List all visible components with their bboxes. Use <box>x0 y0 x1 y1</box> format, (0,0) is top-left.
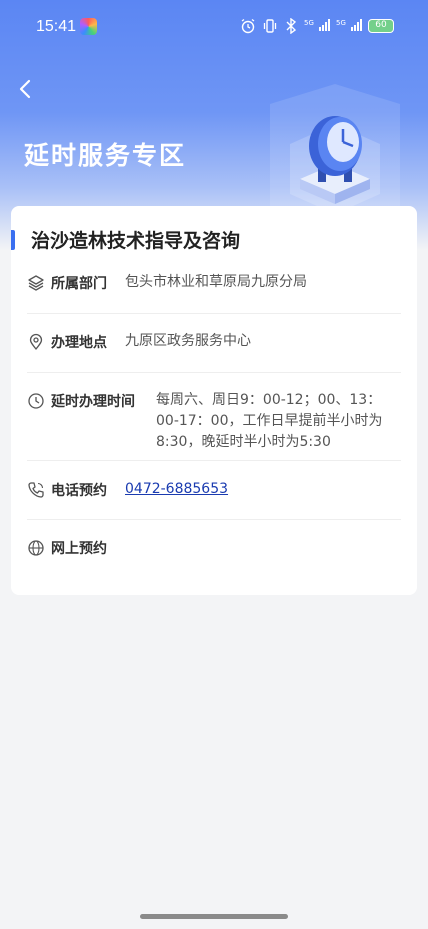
signal-icon-2: 5G <box>336 16 362 35</box>
bluetooth-icon <box>286 17 297 34</box>
globe-icon <box>28 540 44 556</box>
chevron-left-icon[interactable] <box>14 76 38 102</box>
divider <box>27 313 401 314</box>
phone-icon <box>28 482 44 498</box>
hours-line-3: 8:30，晚延时半小时为5:30 <box>156 434 331 450</box>
divider <box>27 372 401 373</box>
home-indicator[interactable] <box>140 914 288 919</box>
department-label: 所属部门 <box>51 276 107 292</box>
app-icon <box>80 18 97 35</box>
hours-line-2: 00-17：00，工作日早提前半小时为 <box>156 413 383 429</box>
department-value: 包头市林业和草原局九原分局 <box>125 274 307 290</box>
status-bar: 15:41 5G 5G 60 <box>0 0 428 56</box>
vibrate-icon <box>263 18 277 33</box>
alarm-icon <box>241 18 255 33</box>
phone-label: 电话预约 <box>51 483 107 499</box>
clock-icon <box>28 393 44 409</box>
layers-icon <box>28 275 44 291</box>
hours-label: 延时办理时间 <box>51 394 135 410</box>
service-title: 治沙造林技术指导及咨询 <box>31 230 241 252</box>
battery-icon: 60 <box>368 18 394 33</box>
location-label: 办理地点 <box>51 335 107 351</box>
divider <box>27 460 401 461</box>
service-card: 治沙造林技术指导及咨询 所属部门 包头市林业和草原局九原分局 办理地点 九原区政… <box>11 206 417 595</box>
status-time: 15:41 <box>36 18 77 35</box>
location-pin-icon <box>29 333 43 351</box>
hours-line-1: 每周六、周日9：00-12；00、13： <box>156 392 382 408</box>
online-booking-label: 网上预约 <box>51 541 107 557</box>
phone-link[interactable]: 0472-6885653 <box>125 479 228 500</box>
page-title: 延时服务专区 <box>24 141 187 170</box>
title-accent-bar <box>11 230 15 250</box>
location-value: 九原区政务服务中心 <box>125 333 251 349</box>
hours-value: 每周六、周日9：00-12；00、13： 00-17：00，工作日早提前半小时为… <box>156 390 401 453</box>
signal-icon: 5G <box>304 16 331 35</box>
divider <box>27 519 401 520</box>
